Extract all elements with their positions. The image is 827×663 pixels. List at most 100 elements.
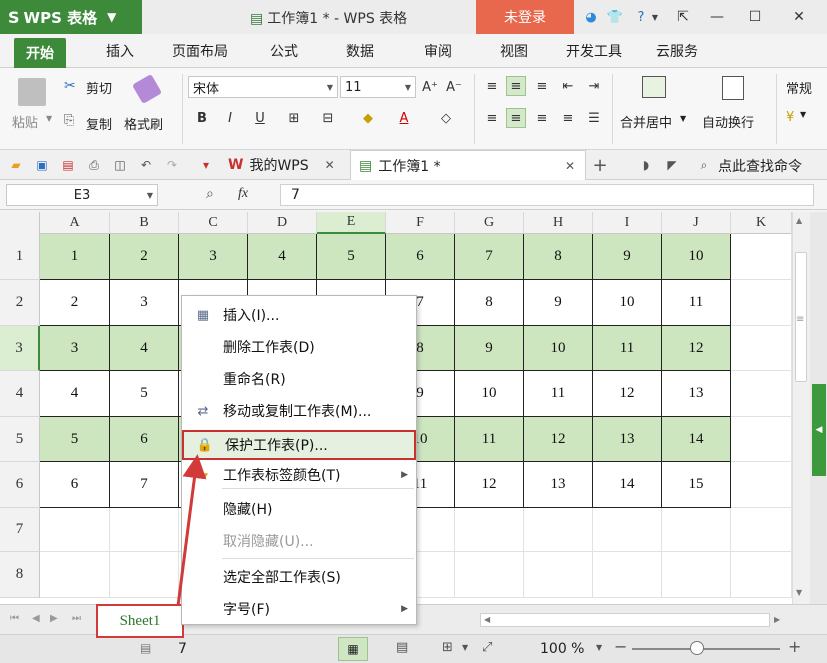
app-menu-button[interactable]: S WPS 表格 ▼ — [0, 0, 142, 34]
tab-review[interactable]: 审阅 — [424, 34, 452, 68]
column-header-j[interactable]: J — [662, 212, 731, 234]
cell-b2[interactable]: 3 — [110, 280, 179, 326]
restore-ribbon-icon[interactable]: ⇱ — [672, 6, 694, 28]
cell-j5[interactable]: 14 — [662, 417, 731, 462]
cell-b1[interactable]: 2 — [110, 234, 179, 280]
zoom-slider-handle[interactable] — [690, 641, 704, 655]
zoom-slider[interactable] — [632, 648, 780, 650]
tab-workbook[interactable]: ▤ 工作簿1 * ✕ — [350, 150, 586, 180]
cell-h5[interactable]: 12 — [524, 417, 593, 462]
cell-h1[interactable]: 8 — [524, 234, 593, 280]
cell-b3[interactable]: 4 — [110, 326, 179, 371]
print-preview-icon[interactable]: ◫ — [112, 157, 128, 173]
row-header-7[interactable]: 7 — [0, 508, 40, 552]
help-dropdown-icon[interactable]: ▼ — [646, 8, 664, 26]
cell-j8[interactable] — [662, 552, 731, 598]
menu-item-9[interactable]: 字号(F) ▶ — [182, 594, 416, 624]
column-header-g[interactable]: G — [455, 212, 524, 234]
cell-j2[interactable]: 11 — [662, 280, 731, 326]
cell-a6[interactable]: 6 — [40, 462, 110, 508]
column-header-e[interactable]: E — [317, 212, 386, 234]
side-panel-toggle[interactable]: ◀ — [812, 384, 826, 476]
row-header-4[interactable]: 4 — [0, 371, 40, 417]
cell-k8[interactable] — [731, 552, 792, 598]
menu-item-4[interactable]: 🔒 保护工作表(P)... — [182, 430, 416, 460]
justify-icon[interactable]: ≡ — [558, 108, 578, 128]
row-header-8[interactable]: 8 — [0, 552, 40, 598]
cell-a3[interactable]: 3 — [40, 326, 110, 371]
column-header-h[interactable]: H — [524, 212, 593, 234]
redo-icon[interactable]: ↷ — [164, 157, 180, 173]
last-sheet-icon[interactable]: ⏭ — [72, 613, 81, 624]
column-header-b[interactable]: B — [110, 212, 179, 234]
align-middle-icon[interactable]: ≡ — [506, 76, 526, 96]
paste-button[interactable]: 粘贴 — [12, 112, 38, 131]
sheet-tab-sheet1[interactable]: Sheet1 — [96, 604, 184, 638]
close-icon[interactable]: ✕ — [325, 158, 335, 172]
tab-data[interactable]: 数据 — [346, 34, 374, 68]
page-break-view-icon[interactable]: ▤ — [396, 640, 408, 655]
align-left-icon[interactable]: ≡ — [482, 108, 502, 128]
fullscreen-icon[interactable]: ⤢ — [482, 640, 492, 655]
column-header-f[interactable]: F — [386, 212, 455, 234]
close-button[interactable]: ✕ — [788, 6, 810, 28]
layout-view-icon[interactable]: ⊞ — [442, 640, 453, 655]
cell-a8[interactable] — [40, 552, 110, 598]
login-button[interactable]: 未登录 — [476, 0, 574, 34]
cell-h7[interactable] — [524, 508, 593, 552]
column-header-i[interactable]: I — [593, 212, 662, 234]
zoom-in-icon[interactable]: + — [788, 637, 801, 656]
cell-k5[interactable] — [731, 417, 792, 462]
chevron-down-icon[interactable]: ▼ — [800, 110, 806, 119]
copy-button[interactable]: 复制 — [86, 114, 112, 133]
row-header-1[interactable]: 1 — [0, 234, 40, 280]
menu-item-8[interactable]: 选定全部工作表(S) — [182, 562, 416, 592]
scroll-up-icon[interactable]: ▲ — [796, 216, 802, 225]
maximize-button[interactable]: ☐ — [744, 6, 766, 28]
tab-insert[interactable]: 插入 — [106, 34, 134, 68]
next-sheet-icon[interactable]: ▶ — [50, 613, 58, 624]
cell-g4[interactable]: 10 — [455, 371, 524, 417]
cell-i7[interactable] — [593, 508, 662, 552]
cell-g5[interactable]: 11 — [455, 417, 524, 462]
tab-home[interactable]: 开始 — [14, 38, 66, 68]
align-center-icon[interactable]: ≡ — [506, 108, 526, 128]
cell-j3[interactable]: 12 — [662, 326, 731, 371]
chevron-down-icon[interactable]: ▼ — [680, 114, 686, 123]
cell-a2[interactable]: 2 — [40, 280, 110, 326]
format-painter-button[interactable]: 格式刷 — [124, 114, 163, 133]
cell-e1[interactable]: 5 — [317, 234, 386, 280]
new-tab-icon[interactable]: + — [592, 155, 608, 176]
select-all-corner[interactable] — [0, 212, 40, 234]
eraser-icon[interactable]: ◇ — [436, 108, 456, 128]
align-right-icon[interactable]: ≡ — [532, 108, 552, 128]
cell-b8[interactable] — [110, 552, 179, 598]
fill-color-icon[interactable]: ◆ — [358, 108, 378, 128]
prev-sheet-icon[interactable]: ◀ — [32, 613, 40, 624]
cell-h2[interactable]: 9 — [524, 280, 593, 326]
d-icon[interactable]: ◗ — [638, 157, 654, 173]
merge-center-icon[interactable] — [642, 76, 666, 98]
chevron-down-icon[interactable]: ▼ — [596, 643, 602, 652]
first-sheet-icon[interactable]: ⏮ — [10, 613, 19, 624]
underline-button[interactable]: U — [250, 108, 270, 128]
cell-g1[interactable]: 7 — [455, 234, 524, 280]
merge-icon[interactable]: ⊟ — [318, 108, 338, 128]
cell-i6[interactable]: 14 — [593, 462, 662, 508]
cell-d1[interactable]: 4 — [248, 234, 317, 280]
cell-k1[interactable] — [731, 234, 792, 280]
number-format-select[interactable]: 常规 — [786, 78, 812, 97]
chevron-down-icon[interactable]: ▼ — [46, 114, 52, 123]
row-header-2[interactable]: 2 — [0, 280, 40, 326]
paste-icon[interactable] — [18, 78, 46, 106]
italic-button[interactable]: I — [220, 108, 240, 128]
tab-cloud[interactable]: 云服务 — [656, 34, 698, 68]
row-header-5[interactable]: 5 — [0, 417, 40, 462]
cell-j6[interactable]: 15 — [662, 462, 731, 508]
cell-k4[interactable] — [731, 371, 792, 417]
scroll-right-icon[interactable]: ▶ — [774, 615, 780, 624]
scroll-down-icon[interactable]: ▼ — [796, 588, 802, 597]
cell-b7[interactable] — [110, 508, 179, 552]
tab-developer[interactable]: 开发工具 — [566, 34, 622, 68]
font-size-select[interactable]: 11 ▼ — [340, 76, 416, 98]
